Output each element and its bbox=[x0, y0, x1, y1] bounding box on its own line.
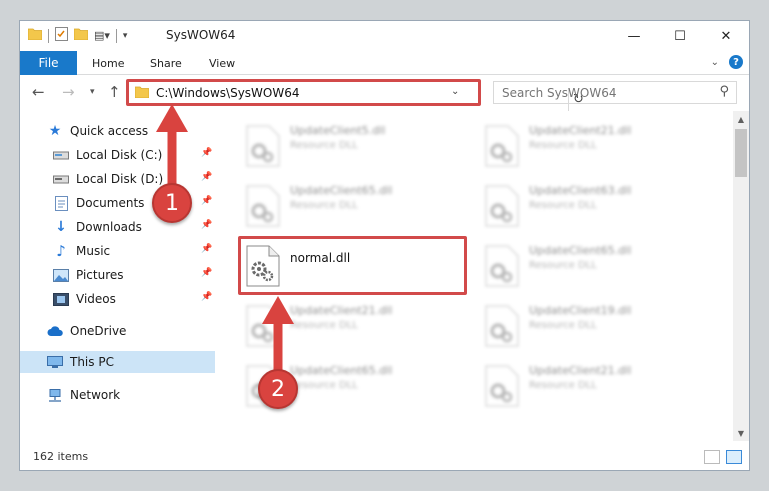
arrow-2 bbox=[262, 296, 294, 372]
step-1-badge: 1 bbox=[152, 183, 192, 223]
annotation-arrows bbox=[156, 104, 294, 372]
step-2-badge: 2 bbox=[258, 369, 298, 409]
arrow-1 bbox=[156, 104, 188, 186]
